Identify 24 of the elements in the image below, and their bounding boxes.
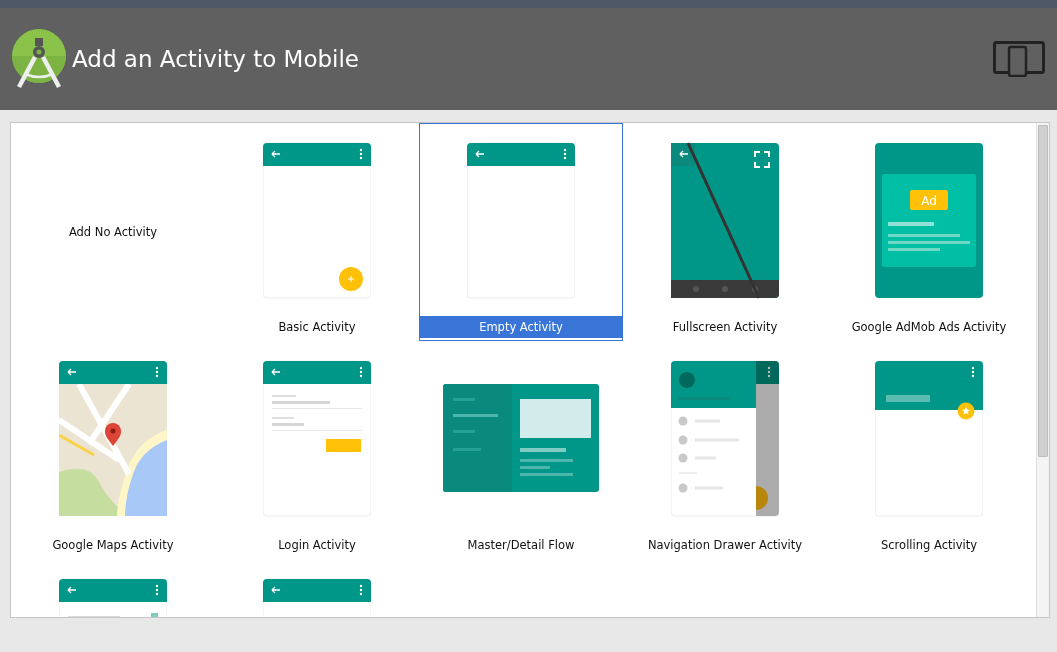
activity-name: Master/Detail Flow: [466, 537, 576, 554]
android-studio-logo-icon: [12, 29, 66, 89]
activity-tile[interactable]: Fullscreen Activity: [623, 123, 827, 341]
devices-icon: [993, 41, 1045, 77]
activity-name: Login Activity: [277, 537, 357, 554]
activity-name[interactable]: Add No Activity: [68, 225, 158, 239]
activity-name: Google Maps Activity: [51, 537, 175, 554]
activity-name: Navigation Drawer Activity: [646, 537, 804, 554]
activity-tile[interactable]: Google Maps Activity: [11, 341, 215, 559]
scrollbar[interactable]: [1036, 123, 1049, 617]
activity-name: Basic Activity: [277, 319, 357, 336]
activity-tile[interactable]: Ad Google AdMob Ads Activity: [827, 123, 1031, 341]
activity-name: Scrolling Activity: [880, 537, 978, 554]
activity-name: Empty Activity: [420, 316, 622, 338]
activity-name: Google AdMob Ads Activity: [850, 319, 1008, 336]
layout-preview-drawing: Ad: [875, 141, 983, 299]
activity-tile[interactable]: Login Activity: [215, 341, 419, 559]
activity-tile[interactable]: Scrolling Activity: [827, 341, 1031, 559]
activity-name: Fullscreen Activity: [671, 319, 779, 336]
activity-tile[interactable]: Empty Activity: [419, 123, 623, 341]
window-title: Add an Activity to Mobile: [72, 46, 360, 72]
activity-tile[interactable]: Master/Detail Flow: [419, 341, 623, 559]
activity-tile[interactable]: Basic Activity: [215, 123, 419, 341]
activity-tile[interactable]: Navigation Drawer Activity: [623, 341, 827, 559]
